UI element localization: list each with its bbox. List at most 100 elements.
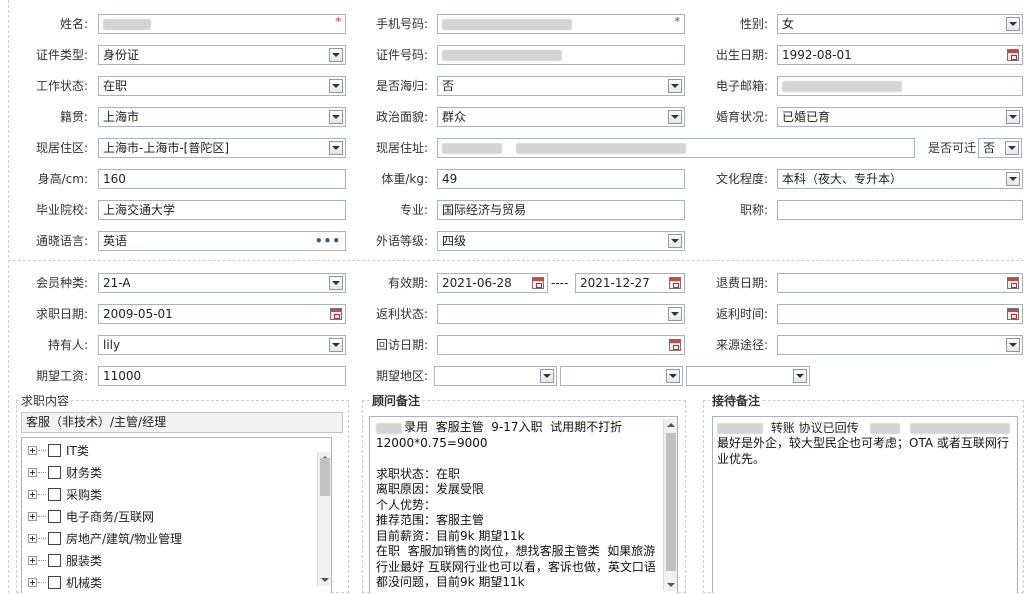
- edu-select[interactable]: 本科（夜大、专升本）: [777, 169, 1023, 189]
- visit-date-field[interactable]: [437, 335, 685, 355]
- holder-select[interactable]: lily: [98, 335, 346, 355]
- scroll-down-icon[interactable]: [321, 578, 329, 582]
- dropdown-arrow-icon[interactable]: [329, 48, 343, 62]
- major-field[interactable]: 国际经济与贸易: [437, 200, 685, 220]
- work-status-select[interactable]: 在职: [98, 76, 346, 96]
- member-type-select[interactable]: 21-A: [98, 273, 346, 293]
- area-select[interactable]: 上海市-上海市-[普陀区]: [98, 138, 346, 158]
- expand-icon[interactable]: [28, 490, 37, 499]
- lang-level-select[interactable]: 四级: [437, 231, 685, 251]
- email-field[interactable]: [777, 76, 1023, 96]
- overseas-label: 是否海归:: [375, 79, 428, 93]
- area-label: 现居住区:: [35, 141, 88, 155]
- relocate-select[interactable]: 否: [978, 138, 1022, 158]
- region-district-select[interactable]: [686, 366, 810, 386]
- checkbox[interactable]: [48, 554, 61, 567]
- dropdown-arrow-icon[interactable]: [1005, 141, 1019, 155]
- overseas-select[interactable]: 否: [437, 76, 685, 96]
- job-category-tree[interactable]: IT类 财务类 采购类 电子商务/互联网 房地产/建筑/物业管理 服装类 机械类: [21, 437, 332, 593]
- dropdown-arrow-icon[interactable]: [329, 110, 343, 124]
- dropdown-arrow-icon[interactable]: [1006, 172, 1020, 186]
- dropdown-arrow-icon[interactable]: [668, 79, 682, 93]
- gender-select[interactable]: 女: [777, 14, 1023, 34]
- expand-icon[interactable]: [28, 534, 37, 543]
- tree-item[interactable]: 财务类: [22, 462, 312, 484]
- dropdown-arrow-icon[interactable]: [668, 307, 682, 321]
- phone-field[interactable]: *: [437, 14, 685, 34]
- tree-item[interactable]: 房地产/建筑/物业管理: [22, 528, 312, 550]
- dropdown-arrow-icon[interactable]: [329, 79, 343, 93]
- dropdown-arrow-icon[interactable]: [1006, 17, 1020, 31]
- redacted-value: [910, 423, 1011, 434]
- scroll-up-icon[interactable]: [667, 423, 675, 427]
- checkbox[interactable]: [48, 576, 61, 589]
- note-scrollbar[interactable]: [663, 419, 677, 591]
- edu-label: 文化程度:: [715, 172, 768, 186]
- scroll-down-icon[interactable]: [667, 583, 675, 587]
- calendar-icon[interactable]: [532, 277, 544, 289]
- title-field[interactable]: [777, 200, 1023, 220]
- dropdown-arrow-icon[interactable]: [793, 369, 807, 383]
- scroll-thumb[interactable]: [666, 433, 676, 571]
- dropdown-arrow-icon[interactable]: [668, 234, 682, 248]
- dropdown-arrow-icon[interactable]: [1006, 338, 1020, 352]
- rebate-time-field[interactable]: [777, 304, 1023, 324]
- lang-picker[interactable]: 英语 •••: [98, 231, 346, 251]
- valid-from-field[interactable]: 2021-06-28: [437, 273, 548, 293]
- region-city-select[interactable]: [560, 366, 683, 386]
- expand-icon[interactable]: [28, 578, 37, 587]
- consultant-note-textarea[interactable]: 录用 客服主管 9-17入职 试用期不打折 12000*0.75=9000 求职…: [369, 416, 678, 593]
- birth-date-field[interactable]: 1992-08-01: [777, 45, 1023, 65]
- dropdown-arrow-icon[interactable]: [1006, 110, 1020, 124]
- checkbox[interactable]: [48, 466, 61, 479]
- tree-scrollbar[interactable]: [317, 452, 331, 586]
- valid-to-field[interactable]: 2021-12-27: [575, 273, 685, 293]
- rebate-status-select[interactable]: [437, 304, 685, 324]
- height-field[interactable]: 160: [98, 169, 346, 189]
- tree-item[interactable]: 电子商务/互联网: [22, 506, 312, 528]
- expand-icon[interactable]: [28, 446, 37, 455]
- dropdown-arrow-icon[interactable]: [329, 141, 343, 155]
- tree-item[interactable]: 机械类: [22, 572, 312, 594]
- dropdown-arrow-icon[interactable]: [668, 110, 682, 124]
- tree-item[interactable]: IT类: [22, 440, 312, 462]
- checkbox[interactable]: [48, 510, 61, 523]
- tree-item[interactable]: 服装类: [22, 550, 312, 572]
- calendar-icon[interactable]: [669, 277, 681, 289]
- job-date-field[interactable]: 2009-05-01: [98, 304, 346, 324]
- idtype-select[interactable]: 身份证: [98, 45, 346, 65]
- dropdown-arrow-icon[interactable]: [329, 338, 343, 352]
- tree-item[interactable]: 采购类: [22, 484, 312, 506]
- expand-icon[interactable]: [28, 468, 37, 477]
- dropdown-arrow-icon[interactable]: [666, 369, 680, 383]
- address-field[interactable]: [437, 138, 915, 158]
- calendar-icon[interactable]: [1007, 277, 1019, 289]
- reception-note-textarea[interactable]: 转账 协议已回传 最好是外企，较大型民企也可考虑；OTA 或者互联网行业优先。: [712, 416, 1018, 593]
- name-field[interactable]: *: [98, 14, 346, 34]
- weight-field[interactable]: 49: [437, 169, 685, 189]
- calendar-icon[interactable]: [330, 308, 342, 320]
- dropdown-arrow-icon[interactable]: [540, 369, 554, 383]
- marital-select[interactable]: 已婚已育: [777, 107, 1023, 127]
- more-icon[interactable]: •••: [315, 235, 341, 247]
- school-field[interactable]: 上海交通大学: [98, 200, 346, 220]
- checkbox[interactable]: [48, 488, 61, 501]
- region-province-select[interactable]: [434, 366, 557, 386]
- native-select[interactable]: 上海市: [98, 107, 346, 127]
- checkbox[interactable]: [48, 444, 61, 457]
- expand-icon[interactable]: [28, 556, 37, 565]
- calendar-icon[interactable]: [1007, 308, 1019, 320]
- political-select[interactable]: 群众: [437, 107, 685, 127]
- scroll-thumb[interactable]: [320, 458, 330, 496]
- checkbox[interactable]: [48, 532, 61, 545]
- valid-label: 有效期:: [387, 276, 428, 290]
- source-select[interactable]: [777, 335, 1023, 355]
- dropdown-arrow-icon[interactable]: [329, 276, 343, 290]
- calendar-icon[interactable]: [669, 339, 681, 351]
- idno-field[interactable]: [437, 45, 685, 65]
- salary-field[interactable]: 11000: [98, 366, 346, 386]
- refund-date-field[interactable]: [777, 273, 1023, 293]
- job-selected-field[interactable]: 客服（非技术）/主管/经理: [21, 412, 343, 433]
- expand-icon[interactable]: [28, 512, 37, 521]
- calendar-icon[interactable]: [1007, 49, 1019, 61]
